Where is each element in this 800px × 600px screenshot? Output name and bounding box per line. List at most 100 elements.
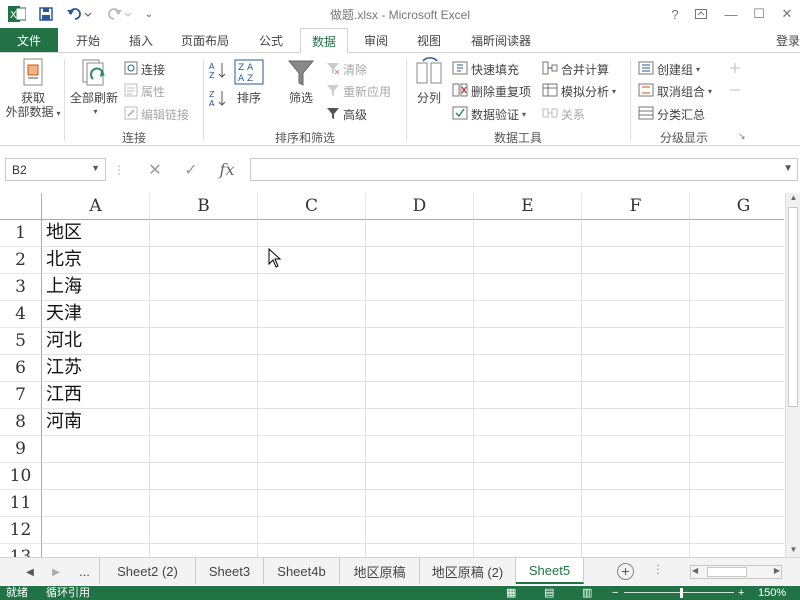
scroll-left-icon[interactable]: ◀: [692, 566, 698, 575]
cell-F3[interactable]: [582, 274, 690, 301]
sort-ascending-button[interactable]: AZ: [208, 61, 231, 81]
cell-F10[interactable]: [582, 463, 690, 490]
subtotal-button[interactable]: 分类汇总: [638, 104, 705, 124]
cell-D9[interactable]: [366, 436, 474, 463]
cell-C3[interactable]: [258, 274, 366, 301]
help-button[interactable]: ?: [664, 4, 686, 24]
cell-E4[interactable]: [474, 301, 582, 328]
cell-G1[interactable]: [690, 220, 784, 247]
maximize-icon[interactable]: ☐: [748, 4, 770, 24]
sort-button[interactable]: Z AA Z 排序: [232, 57, 266, 105]
cell-A4[interactable]: 天津: [42, 301, 150, 328]
zoom-level[interactable]: 150%: [758, 586, 786, 600]
column-header[interactable]: G: [690, 193, 784, 220]
cell-F4[interactable]: [582, 301, 690, 328]
cell-C10[interactable]: [258, 463, 366, 490]
cell-D12[interactable]: [366, 517, 474, 544]
page-break-view-icon[interactable]: ▥: [582, 586, 592, 600]
row-header[interactable]: 12: [0, 517, 42, 544]
cell-E2[interactable]: [474, 247, 582, 274]
sheet-tab[interactable]: Sheet2 (2): [100, 558, 196, 584]
scroll-right-icon[interactable]: ▶: [774, 566, 780, 575]
login-link[interactable]: 登录: [776, 28, 800, 52]
cell-B2[interactable]: [150, 247, 258, 274]
row-header[interactable]: 5: [0, 328, 42, 355]
cell-A12[interactable]: [42, 517, 150, 544]
filter-button[interactable]: 筛选: [282, 57, 320, 105]
cell-E5[interactable]: [474, 328, 582, 355]
worksheet-grid[interactable]: ABCDEFG 1 2 3 4 5 6 7 8 9 10 11 12 13 地区 北京 上海 天津 河北 江苏 江西…: [0, 193, 784, 557]
vertical-scroll-thumb[interactable]: [788, 207, 798, 407]
cell-B9[interactable]: [150, 436, 258, 463]
normal-view-icon[interactable]: ▦: [506, 586, 516, 600]
sheet-tab[interactable]: 地区原稿: [340, 558, 420, 584]
cell-A11[interactable]: [42, 490, 150, 517]
cell-E3[interactable]: [474, 274, 582, 301]
cell-F8[interactable]: [582, 409, 690, 436]
cell-F7[interactable]: [582, 382, 690, 409]
name-box[interactable]: B2 ▼: [5, 158, 106, 181]
column-header[interactable]: A: [42, 193, 150, 220]
cell-G5[interactable]: [690, 328, 784, 355]
sort-descending-button[interactable]: ZA: [208, 89, 231, 109]
cell-A2[interactable]: 北京: [42, 247, 150, 274]
row-header[interactable]: 9: [0, 436, 42, 463]
cell-E10[interactable]: [474, 463, 582, 490]
column-header[interactable]: D: [366, 193, 474, 220]
select-all-corner[interactable]: [0, 193, 42, 220]
cell-G9[interactable]: [690, 436, 784, 463]
row-header[interactable]: 3: [0, 274, 42, 301]
cell-C8[interactable]: [258, 409, 366, 436]
horizontal-scrollbar[interactable]: ◀ ▶: [690, 565, 782, 579]
cell-E11[interactable]: [474, 490, 582, 517]
insert-function-button[interactable]: fx: [212, 158, 242, 181]
cell-G3[interactable]: [690, 274, 784, 301]
cell-D10[interactable]: [366, 463, 474, 490]
formula-input[interactable]: ▼: [250, 158, 798, 181]
cell-B11[interactable]: [150, 490, 258, 517]
cell-A5[interactable]: 河北: [42, 328, 150, 355]
cell-A10[interactable]: [42, 463, 150, 490]
cell-A1[interactable]: 地区: [42, 220, 150, 247]
cell-F9[interactable]: [582, 436, 690, 463]
cell-D5[interactable]: [366, 328, 474, 355]
cell-D1[interactable]: [366, 220, 474, 247]
cell-C4[interactable]: [258, 301, 366, 328]
zoom-slider[interactable]: [624, 592, 734, 593]
cell-B10[interactable]: [150, 463, 258, 490]
cell-D4[interactable]: [366, 301, 474, 328]
cell-E6[interactable]: [474, 355, 582, 382]
tab-home[interactable]: 开始: [64, 28, 112, 52]
column-header[interactable]: F: [582, 193, 690, 220]
cell-A13[interactable]: [42, 544, 150, 557]
column-header[interactable]: C: [258, 193, 366, 220]
ungroup-button[interactable]: 取消组合 ▾: [638, 81, 712, 101]
cell-E1[interactable]: [474, 220, 582, 247]
cell-E8[interactable]: [474, 409, 582, 436]
tab-insert[interactable]: 插入: [116, 28, 166, 52]
cell-G7[interactable]: [690, 382, 784, 409]
horizontal-scroll-thumb[interactable]: [707, 567, 747, 577]
prev-sheet-icon[interactable]: ◀: [22, 564, 38, 580]
cell-D2[interactable]: [366, 247, 474, 274]
tab-formulas[interactable]: 公式: [244, 28, 298, 52]
scroll-down-icon[interactable]: ▼: [786, 545, 800, 557]
cell-C13[interactable]: [258, 544, 366, 557]
get-external-data-button[interactable]: 获取 外部数据 ▾: [4, 57, 62, 121]
cell-G8[interactable]: [690, 409, 784, 436]
cell-A3[interactable]: 上海: [42, 274, 150, 301]
cell-B12[interactable]: [150, 517, 258, 544]
next-sheet-icon[interactable]: ▶: [48, 564, 64, 580]
row-header[interactable]: 7: [0, 382, 42, 409]
cell-D8[interactable]: [366, 409, 474, 436]
cell-D13[interactable]: [366, 544, 474, 557]
cell-D11[interactable]: [366, 490, 474, 517]
cell-C9[interactable]: [258, 436, 366, 463]
row-header[interactable]: 1: [0, 220, 42, 247]
cell-E7[interactable]: [474, 382, 582, 409]
zoom-slider-thumb[interactable]: [680, 588, 683, 598]
row-header[interactable]: 2: [0, 247, 42, 274]
vertical-scrollbar[interactable]: ▲ ▼: [785, 193, 800, 557]
cell-D6[interactable]: [366, 355, 474, 382]
cell-B1[interactable]: [150, 220, 258, 247]
